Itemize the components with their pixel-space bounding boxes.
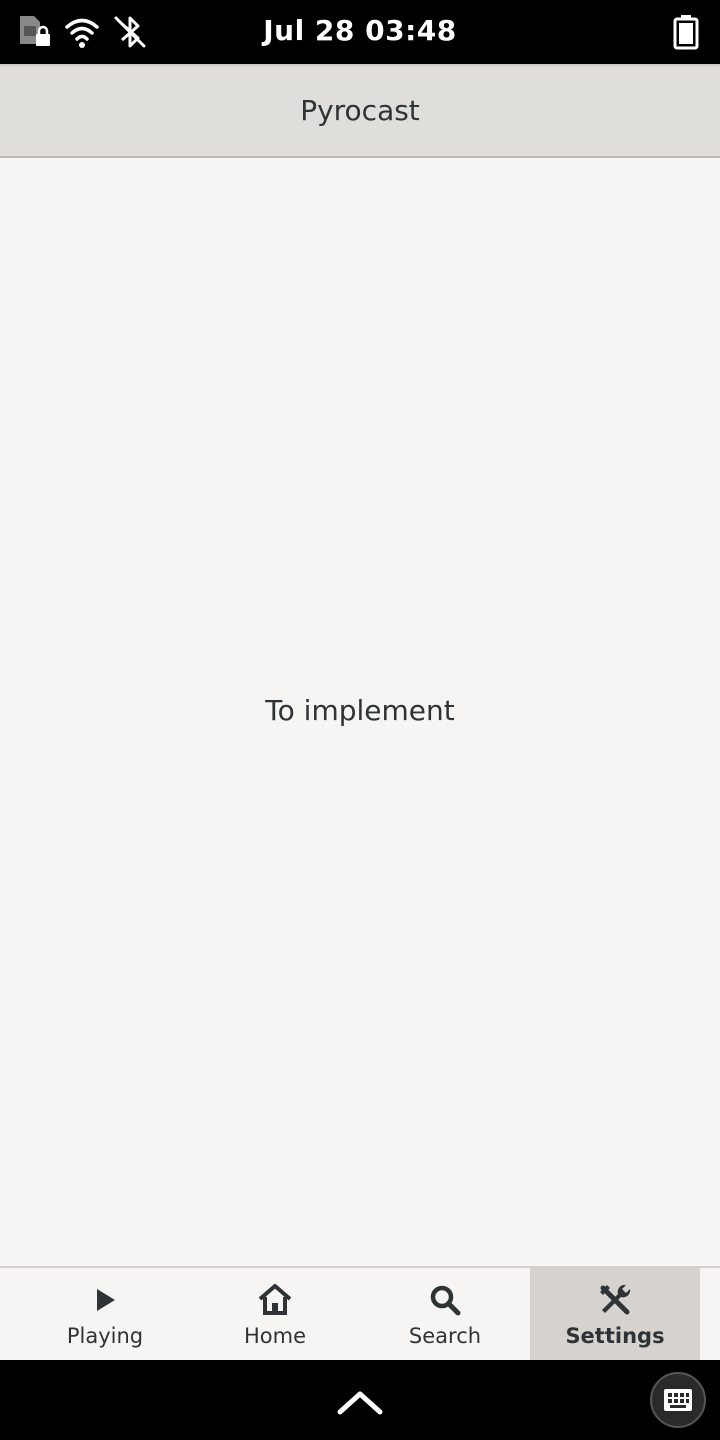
tab-label: Search <box>408 1324 482 1348</box>
status-bar: Jul 28 03:48 <box>0 0 720 64</box>
battery-icon <box>668 14 704 50</box>
tab-playing[interactable]: Playing <box>20 1268 190 1360</box>
tab-label: Playing <box>66 1324 144 1348</box>
tab-label: Home <box>243 1324 306 1348</box>
status-datetime: Jul 28 03:48 <box>263 14 457 47</box>
tab-search[interactable]: Search <box>360 1268 530 1360</box>
keyboard-icon <box>664 1389 692 1411</box>
app-window: Pyrocast To implement Playing Home Searc… <box>0 64 720 1360</box>
tab-settings[interactable]: Settings <box>530 1268 700 1360</box>
bottom-tab-bar: Playing Home Search Settings <box>0 1266 720 1360</box>
chevron-up-icon[interactable] <box>334 1380 386 1420</box>
main-content: To implement <box>0 158 720 1266</box>
keyboard-toggle-button[interactable] <box>650 1372 706 1428</box>
home-icon <box>257 1282 293 1318</box>
search-icon <box>427 1282 463 1318</box>
page-title: Pyrocast <box>300 94 420 127</box>
settings-tools-icon <box>597 1282 633 1318</box>
play-icon <box>87 1282 123 1318</box>
tab-label: Settings <box>565 1324 665 1348</box>
header-bar: Pyrocast <box>0 64 720 158</box>
system-nav-bar <box>0 1360 720 1440</box>
tab-home[interactable]: Home <box>190 1268 360 1360</box>
placeholder-text: To implement <box>265 694 455 727</box>
